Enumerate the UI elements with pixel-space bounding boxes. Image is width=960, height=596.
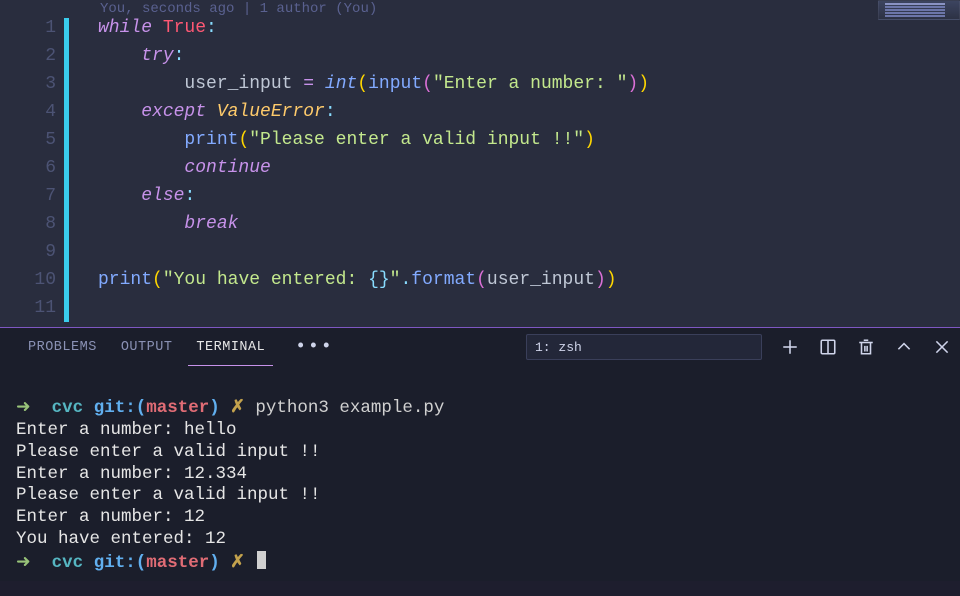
code-area[interactable]: while True: try: user_input = int(input(…	[60, 0, 960, 327]
split-terminal-button[interactable]	[818, 337, 838, 357]
code-line: user_input = int(input("Enter a number: …	[98, 74, 649, 94]
terminal-output[interactable]: ➜ cvc git:(master) ✗ python3 example.py …	[16, 376, 944, 581]
line-number-gutter: 1 2 3 4 5 6 7 8 9 10 11	[0, 0, 60, 327]
new-terminal-button[interactable]	[780, 337, 800, 357]
trash-icon	[857, 338, 875, 356]
line-number: 5	[0, 130, 56, 150]
split-icon	[819, 338, 837, 356]
terminal-select-dropdown[interactable]: 1: zsh	[526, 334, 762, 360]
tab-overflow-icon[interactable]: •••	[277, 337, 333, 357]
kill-terminal-button[interactable]	[856, 337, 876, 357]
line-number: 9	[0, 242, 56, 262]
code-line: else:	[98, 186, 195, 206]
maximize-panel-button[interactable]	[894, 337, 914, 357]
terminal-select-label: 1: zsh	[535, 340, 582, 355]
code-line: print("You have entered: {}".format(user…	[98, 270, 617, 290]
code-editor[interactable]: 1 2 3 4 5 6 7 8 9 10 11 You, seconds ago…	[0, 0, 960, 327]
close-panel-button[interactable]	[932, 337, 952, 357]
line-number: 10	[0, 270, 56, 290]
line-number: 1	[0, 18, 56, 38]
code-line: try:	[98, 46, 184, 66]
line-number: 4	[0, 102, 56, 122]
line-number: 2	[0, 46, 56, 66]
code-line: while True:	[98, 18, 217, 38]
prompt-arrow-icon: ➜	[16, 553, 41, 573]
code-line: continue	[98, 158, 271, 178]
terminal-cursor	[257, 551, 266, 569]
tab-problems[interactable]: PROBLEMS	[16, 328, 109, 366]
line-number: 7	[0, 186, 56, 206]
plus-icon	[781, 338, 799, 356]
line-number: 6	[0, 158, 56, 178]
prompt-arrow-icon: ➜	[16, 398, 41, 418]
tab-output[interactable]: OUTPUT	[109, 328, 185, 366]
close-icon	[933, 338, 951, 356]
line-number: 8	[0, 214, 56, 234]
tab-terminal[interactable]: TERMINAL	[184, 328, 277, 366]
bottom-panel: PROBLEMS OUTPUT TERMINAL ••• 1: zsh ➜ cv…	[0, 328, 960, 581]
code-line: print("Please enter a valid input !!")	[98, 130, 595, 150]
code-line: except ValueError:	[98, 102, 336, 122]
line-number: 3	[0, 74, 56, 94]
chevron-up-icon	[895, 338, 913, 356]
line-number: 11	[0, 298, 56, 318]
code-line: break	[98, 214, 238, 234]
